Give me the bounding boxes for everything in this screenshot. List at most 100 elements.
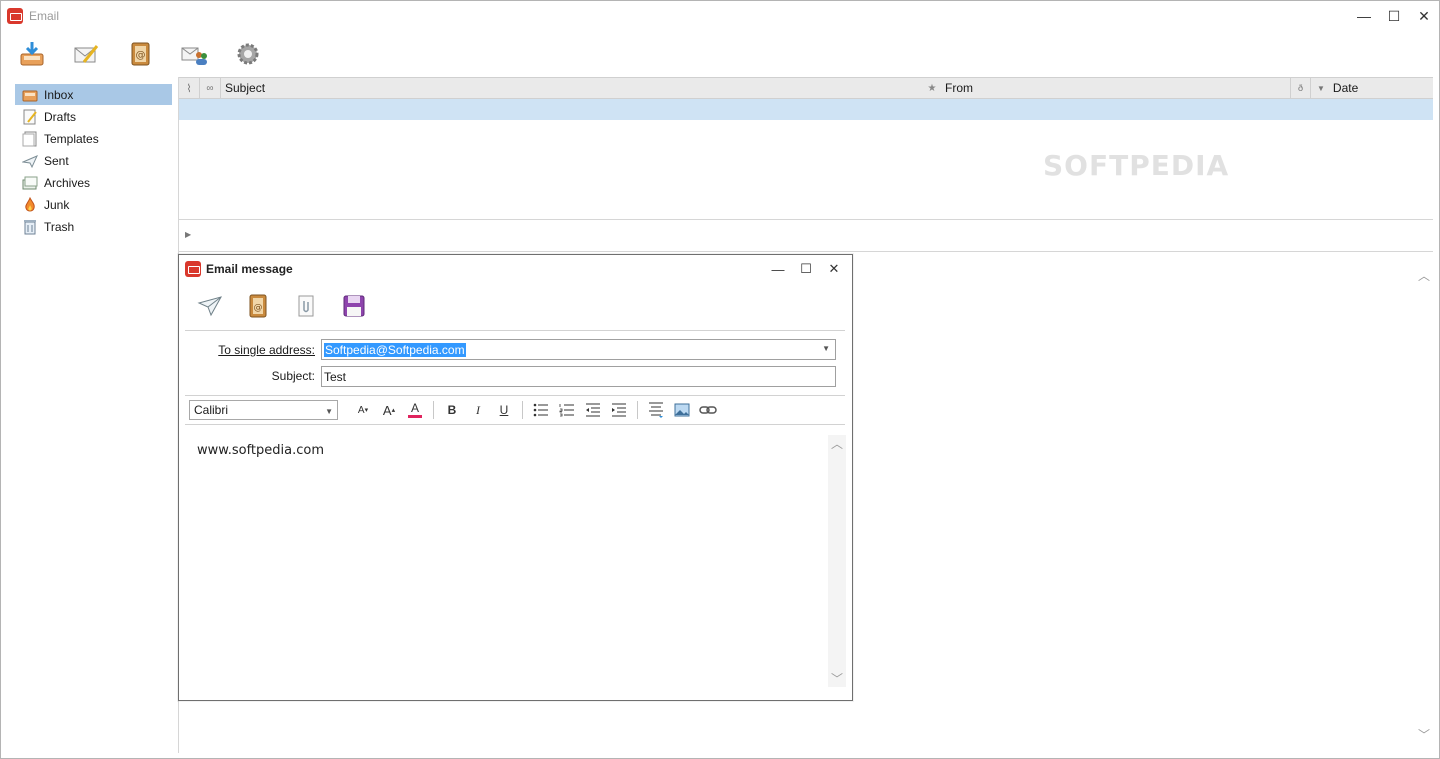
sort-descending-icon: ▼	[1317, 83, 1325, 93]
save-button[interactable]	[339, 291, 369, 321]
email-app-icon	[7, 8, 23, 24]
junk-icon	[22, 196, 38, 213]
compose-toolbar: @	[195, 291, 387, 321]
insert-link-button[interactable]	[695, 399, 721, 421]
subject-value: Test	[324, 369, 347, 384]
compose-maximize-button[interactable]: ☐	[792, 255, 820, 283]
junk-status-column[interactable]: ð	[1291, 78, 1311, 98]
bold-button[interactable]: B	[439, 399, 465, 421]
expand-triangle-icon[interactable]: ▶	[185, 230, 191, 239]
compose-window: Email message — ☐ ✕ @ To single address:	[178, 254, 853, 701]
underline-button[interactable]: U	[491, 399, 517, 421]
address-book-icon: @	[131, 42, 150, 66]
sidebar-item-trash[interactable]: Trash	[15, 216, 172, 237]
chevron-down-icon: ▼	[325, 407, 333, 416]
italic-button[interactable]: I	[465, 399, 491, 421]
settings-button[interactable]	[233, 39, 263, 69]
message-list-header: ⌇ ∞ Subject ★ From ð ▼ Date	[179, 77, 1433, 99]
sidebar-item-junk[interactable]: Junk	[15, 194, 172, 215]
star-column[interactable]: ★	[921, 78, 943, 98]
compose-close-button[interactable]: ✕	[820, 255, 848, 283]
to-address-value: Softpedia@Softpedia.com	[324, 342, 466, 357]
window-title: Email	[29, 9, 60, 23]
format-separator	[433, 401, 434, 419]
message-body-text: www.softpedia.com	[197, 443, 324, 458]
format-separator	[637, 401, 638, 419]
to-field-label[interactable]: To single address:	[185, 343, 315, 357]
preview-divider	[179, 251, 1433, 252]
numbered-list-button[interactable]	[554, 399, 580, 421]
drafts-icon	[22, 109, 38, 125]
sidebar-item-sent[interactable]: Sent	[15, 150, 172, 171]
get-mail-button[interactable]	[17, 39, 47, 69]
image-icon	[674, 403, 690, 417]
font-color-button[interactable]: A	[402, 399, 428, 421]
svg-text:@: @	[254, 303, 263, 313]
send-icon	[197, 296, 223, 317]
scroll-up-icon[interactable]: ︿	[1418, 267, 1430, 284]
compose-toolbar-divider	[185, 330, 845, 331]
sidebar-item-archives[interactable]: Archives	[15, 172, 172, 193]
flame-icon: ð	[1297, 83, 1303, 93]
table-row[interactable]	[179, 99, 1433, 120]
insert-image-button[interactable]	[669, 399, 695, 421]
subject-input[interactable]: Test	[321, 366, 836, 387]
numbered-list-icon	[559, 404, 574, 417]
to-address-combo[interactable]: Softpedia@Softpedia.com ▼	[321, 339, 836, 360]
attachment-column[interactable]: ⌇	[179, 78, 200, 98]
message-body-editor[interactable]: www.softpedia.com ︿ ﹀	[185, 427, 847, 695]
align-button[interactable]	[643, 399, 669, 421]
preview-scrollbar[interactable]: ︿ ﹀	[1415, 267, 1433, 743]
attach-button[interactable]	[291, 291, 321, 321]
font-family-select[interactable]: Calibri ▼	[189, 400, 338, 420]
email-window: Email — ☐ ✕ @ Inbox Drafts Templates Sen…	[0, 0, 1440, 759]
link-icon	[699, 406, 717, 414]
compose-title-bar: Email message — ☐ ✕	[179, 255, 852, 283]
save-icon	[343, 295, 365, 317]
scroll-down-icon[interactable]: ﹀	[1418, 726, 1430, 743]
increase-font-button[interactable]: A ▴	[376, 399, 402, 421]
archives-icon	[22, 175, 38, 191]
address-book-icon: @	[249, 294, 267, 318]
window-controls: — ☐ ✕	[1349, 1, 1439, 31]
format-bar-divider-bottom	[185, 424, 845, 425]
trash-icon	[22, 219, 38, 235]
bullet-list-button[interactable]	[528, 399, 554, 421]
indent-button[interactable]	[606, 399, 632, 421]
minimize-button[interactable]: —	[1349, 1, 1379, 31]
paperclip-icon: ⌇	[186, 82, 192, 95]
list-divider	[179, 219, 1433, 220]
sidebar-item-templates[interactable]: Templates	[15, 128, 172, 149]
sent-icon	[22, 153, 38, 169]
compose-minimize-button[interactable]: —	[764, 255, 792, 283]
chevron-down-icon[interactable]: ▼	[822, 344, 830, 353]
close-button[interactable]: ✕	[1409, 1, 1439, 31]
write-message-button[interactable]	[71, 39, 101, 69]
editor-scrollbar[interactable]: ︿ ﹀	[828, 435, 846, 687]
subject-column-header[interactable]: Subject	[221, 78, 921, 98]
contacts-button[interactable]	[179, 39, 209, 69]
scroll-down-icon[interactable]: ﹀	[831, 670, 843, 687]
from-column-header[interactable]: From	[943, 78, 1291, 98]
compose-icon	[74, 45, 99, 63]
align-center-icon	[649, 402, 663, 418]
scroll-up-icon[interactable]: ︿	[831, 435, 843, 452]
send-button[interactable]	[195, 291, 225, 321]
contacts-icon	[181, 47, 207, 65]
decrease-font-button[interactable]: A ▾	[350, 399, 376, 421]
thread-column[interactable]: ∞	[200, 78, 221, 98]
outdent-button[interactable]	[580, 399, 606, 421]
color-bar	[408, 414, 422, 418]
bullet-list-icon	[533, 403, 548, 417]
maximize-button[interactable]: ☐	[1379, 1, 1409, 31]
sidebar-item-drafts[interactable]: Drafts	[15, 106, 172, 127]
compose-address-book-button[interactable]: @	[243, 291, 273, 321]
gear-icon	[237, 43, 259, 65]
outdent-icon	[586, 403, 600, 417]
date-column-header[interactable]: ▼ Date	[1311, 78, 1433, 98]
format-separator	[522, 401, 523, 419]
sidebar-item-inbox[interactable]: Inbox	[15, 84, 172, 105]
sidebar-item-label: Drafts	[44, 109, 77, 124]
link-icon: ∞	[206, 82, 214, 94]
address-book-button[interactable]: @	[125, 39, 155, 69]
